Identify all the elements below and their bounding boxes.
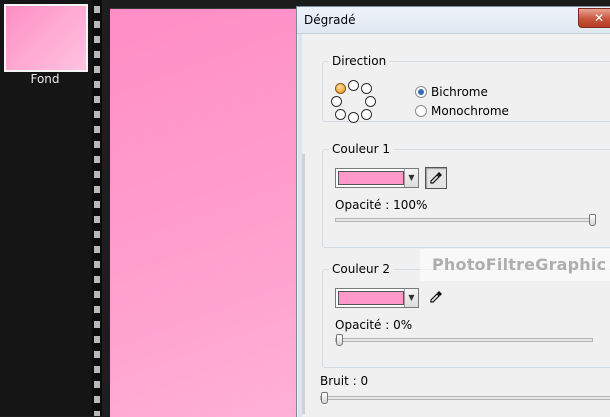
direction-picker (331, 80, 377, 124)
color1-opacity-label: Opacité : 100% (335, 198, 428, 212)
image-canvas[interactable] (110, 8, 300, 417)
eyedropper-icon (430, 291, 442, 303)
color1-group: Couleur 1 ▼ Opacité : 100% (322, 142, 610, 248)
color2-opacity-slider[interactable] (335, 334, 593, 346)
layers-panel: Fond (0, 0, 92, 416)
dialog-body: Direction Bichrome Monochrome Couleur 1 … (298, 34, 610, 417)
chevron-down-icon[interactable]: ▼ (404, 289, 418, 307)
direction-dot-left[interactable] (331, 96, 342, 107)
gradient-dialog: Dégradé ✕ Direction Bichrome Monochrome … (296, 6, 610, 417)
radio-monochrome[interactable]: Monochrome (415, 103, 509, 119)
layer-thumbnail-fond[interactable] (4, 4, 88, 72)
color1-opacity-slider[interactable] (335, 214, 596, 226)
direction-dot-bottom-right[interactable] (361, 109, 372, 120)
direction-group: Direction Bichrome Monochrome (322, 54, 610, 124)
watermark: PhotoFiltreGraphic (420, 249, 610, 281)
color2-opacity-thumb[interactable] (336, 334, 343, 346)
dialog-title: Dégradé (304, 13, 356, 27)
radio-bichrome-indicator[interactable] (415, 86, 427, 98)
layer-name: Fond (30, 72, 60, 86)
color1-swatch (338, 171, 404, 185)
dialog-edge (302, 154, 305, 414)
color1-legend: Couleur 1 (332, 142, 391, 156)
radio-bichrome-label: Bichrome (431, 85, 488, 99)
noise-thumb[interactable] (321, 392, 328, 404)
chevron-down-icon[interactable]: ▼ (404, 169, 418, 187)
color2-eyedropper-button[interactable] (425, 287, 447, 309)
direction-legend: Direction (332, 54, 387, 68)
direction-dot-bottom-left[interactable] (335, 109, 346, 120)
radio-monochrome-label: Monochrome (431, 104, 509, 118)
noise-label: Bruit : 0 (320, 374, 369, 388)
noise-slider[interactable] (320, 392, 610, 404)
color2-select[interactable]: ▼ (335, 288, 419, 308)
direction-dot-bottom[interactable] (348, 112, 359, 123)
direction-dot-right[interactable] (365, 96, 376, 107)
color2-legend: Couleur 2 (332, 262, 391, 276)
layers-scroll-strip (92, 0, 102, 416)
direction-dot-top[interactable] (348, 80, 359, 91)
color1-eyedropper-button[interactable] (425, 167, 447, 189)
color1-select[interactable]: ▼ (335, 168, 419, 188)
dialog-titlebar[interactable]: Dégradé ✕ (297, 7, 610, 34)
color2-opacity-label: Opacité : 0% (335, 318, 413, 332)
radio-monochrome-indicator[interactable] (415, 105, 427, 117)
color2-swatch (338, 291, 404, 305)
direction-dot-top-right[interactable] (361, 83, 372, 94)
eyedropper-icon (430, 172, 442, 184)
close-button[interactable]: ✕ (578, 8, 610, 28)
close-icon: ✕ (593, 11, 605, 25)
direction-dot-top-left[interactable] (335, 83, 346, 94)
radio-bichrome[interactable]: Bichrome (415, 84, 488, 100)
color1-opacity-thumb[interactable] (589, 214, 596, 226)
panel-separator (102, 0, 110, 416)
